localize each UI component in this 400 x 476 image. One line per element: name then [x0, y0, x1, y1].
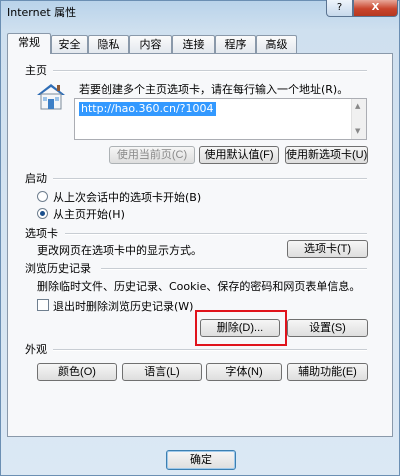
- radio-last-session-label: 从上次会话中的选项卡开始(B): [53, 191, 202, 204]
- tab-advanced[interactable]: 高级: [256, 35, 297, 53]
- window-title: Internet 属性: [7, 6, 77, 19]
- homepage-instruction: 若要创建多个主页选项卡，请在每行输入一个地址(R)。: [79, 83, 349, 96]
- tab-connections[interactable]: 连接: [172, 35, 215, 53]
- history-section-label: 浏览历史记录: [25, 262, 91, 275]
- appearance-section-label: 外观: [25, 343, 47, 356]
- annotation-highlight-box: [195, 310, 287, 346]
- scroll-down-icon[interactable]: ▼: [355, 127, 360, 135]
- close-button[interactable]: X: [353, 0, 398, 17]
- homepage-url-value: http://hao.360.cn/?1004: [79, 102, 216, 116]
- radio-home-page[interactable]: [37, 208, 48, 219]
- radio-home-page-label: 从主页开始(H): [53, 208, 125, 221]
- tab-privacy[interactable]: 隐私: [88, 35, 129, 53]
- delete-on-exit-checkbox[interactable]: [37, 299, 49, 311]
- tabs-settings-button[interactable]: 选项卡(T): [287, 240, 368, 258]
- ok-button[interactable]: 确定: [166, 450, 236, 470]
- divider: [53, 349, 367, 351]
- accessibility-button[interactable]: 辅助功能(E): [287, 363, 368, 381]
- home-icon: [37, 84, 65, 110]
- textarea-scrollbar[interactable]: ▲ ▼: [351, 99, 366, 139]
- tabs-description: 更改网页在选项卡中的显示方式。: [37, 244, 202, 257]
- tab-security[interactable]: 安全: [51, 35, 88, 53]
- internet-options-window: Internet 属性 ? X 常规 安全 隐私 内容 连接 程序 高级 主页 …: [0, 0, 400, 476]
- delete-on-exit-label: 退出时删除浏览历史记录(W): [53, 300, 194, 313]
- fonts-button[interactable]: 字体(N): [206, 363, 282, 381]
- tab-content[interactable]: 内容: [129, 35, 172, 53]
- radio-last-session[interactable]: [37, 191, 48, 202]
- tabs-section-label: 选项卡: [25, 227, 58, 240]
- use-current-button[interactable]: 使用当前页(C): [109, 146, 195, 164]
- help-button[interactable]: ?: [326, 0, 353, 17]
- use-new-tab-button[interactable]: 使用新选项卡(U): [285, 146, 368, 164]
- divider: [101, 268, 367, 270]
- divider: [53, 178, 367, 180]
- colors-button[interactable]: 颜色(O): [37, 363, 117, 381]
- startup-section-label: 启动: [25, 172, 47, 185]
- homepage-url-textarea[interactable]: http://hao.360.cn/?1004 ▲ ▼: [74, 98, 367, 140]
- history-settings-button[interactable]: 设置(S): [287, 319, 368, 337]
- history-description: 删除临时文件、历史记录、Cookie、保存的密码和网页表单信息。: [37, 280, 361, 293]
- homepage-section-label: 主页: [25, 64, 47, 77]
- divider: [53, 70, 367, 72]
- tab-programs[interactable]: 程序: [215, 35, 256, 53]
- tab-general[interactable]: 常规: [7, 33, 51, 54]
- scroll-up-icon[interactable]: ▲: [355, 102, 360, 110]
- title-bar[interactable]: Internet 属性 ? X: [1, 0, 399, 27]
- divider: [65, 233, 367, 235]
- use-default-button[interactable]: 使用默认值(F): [199, 146, 279, 164]
- languages-button[interactable]: 语言(L): [122, 363, 202, 381]
